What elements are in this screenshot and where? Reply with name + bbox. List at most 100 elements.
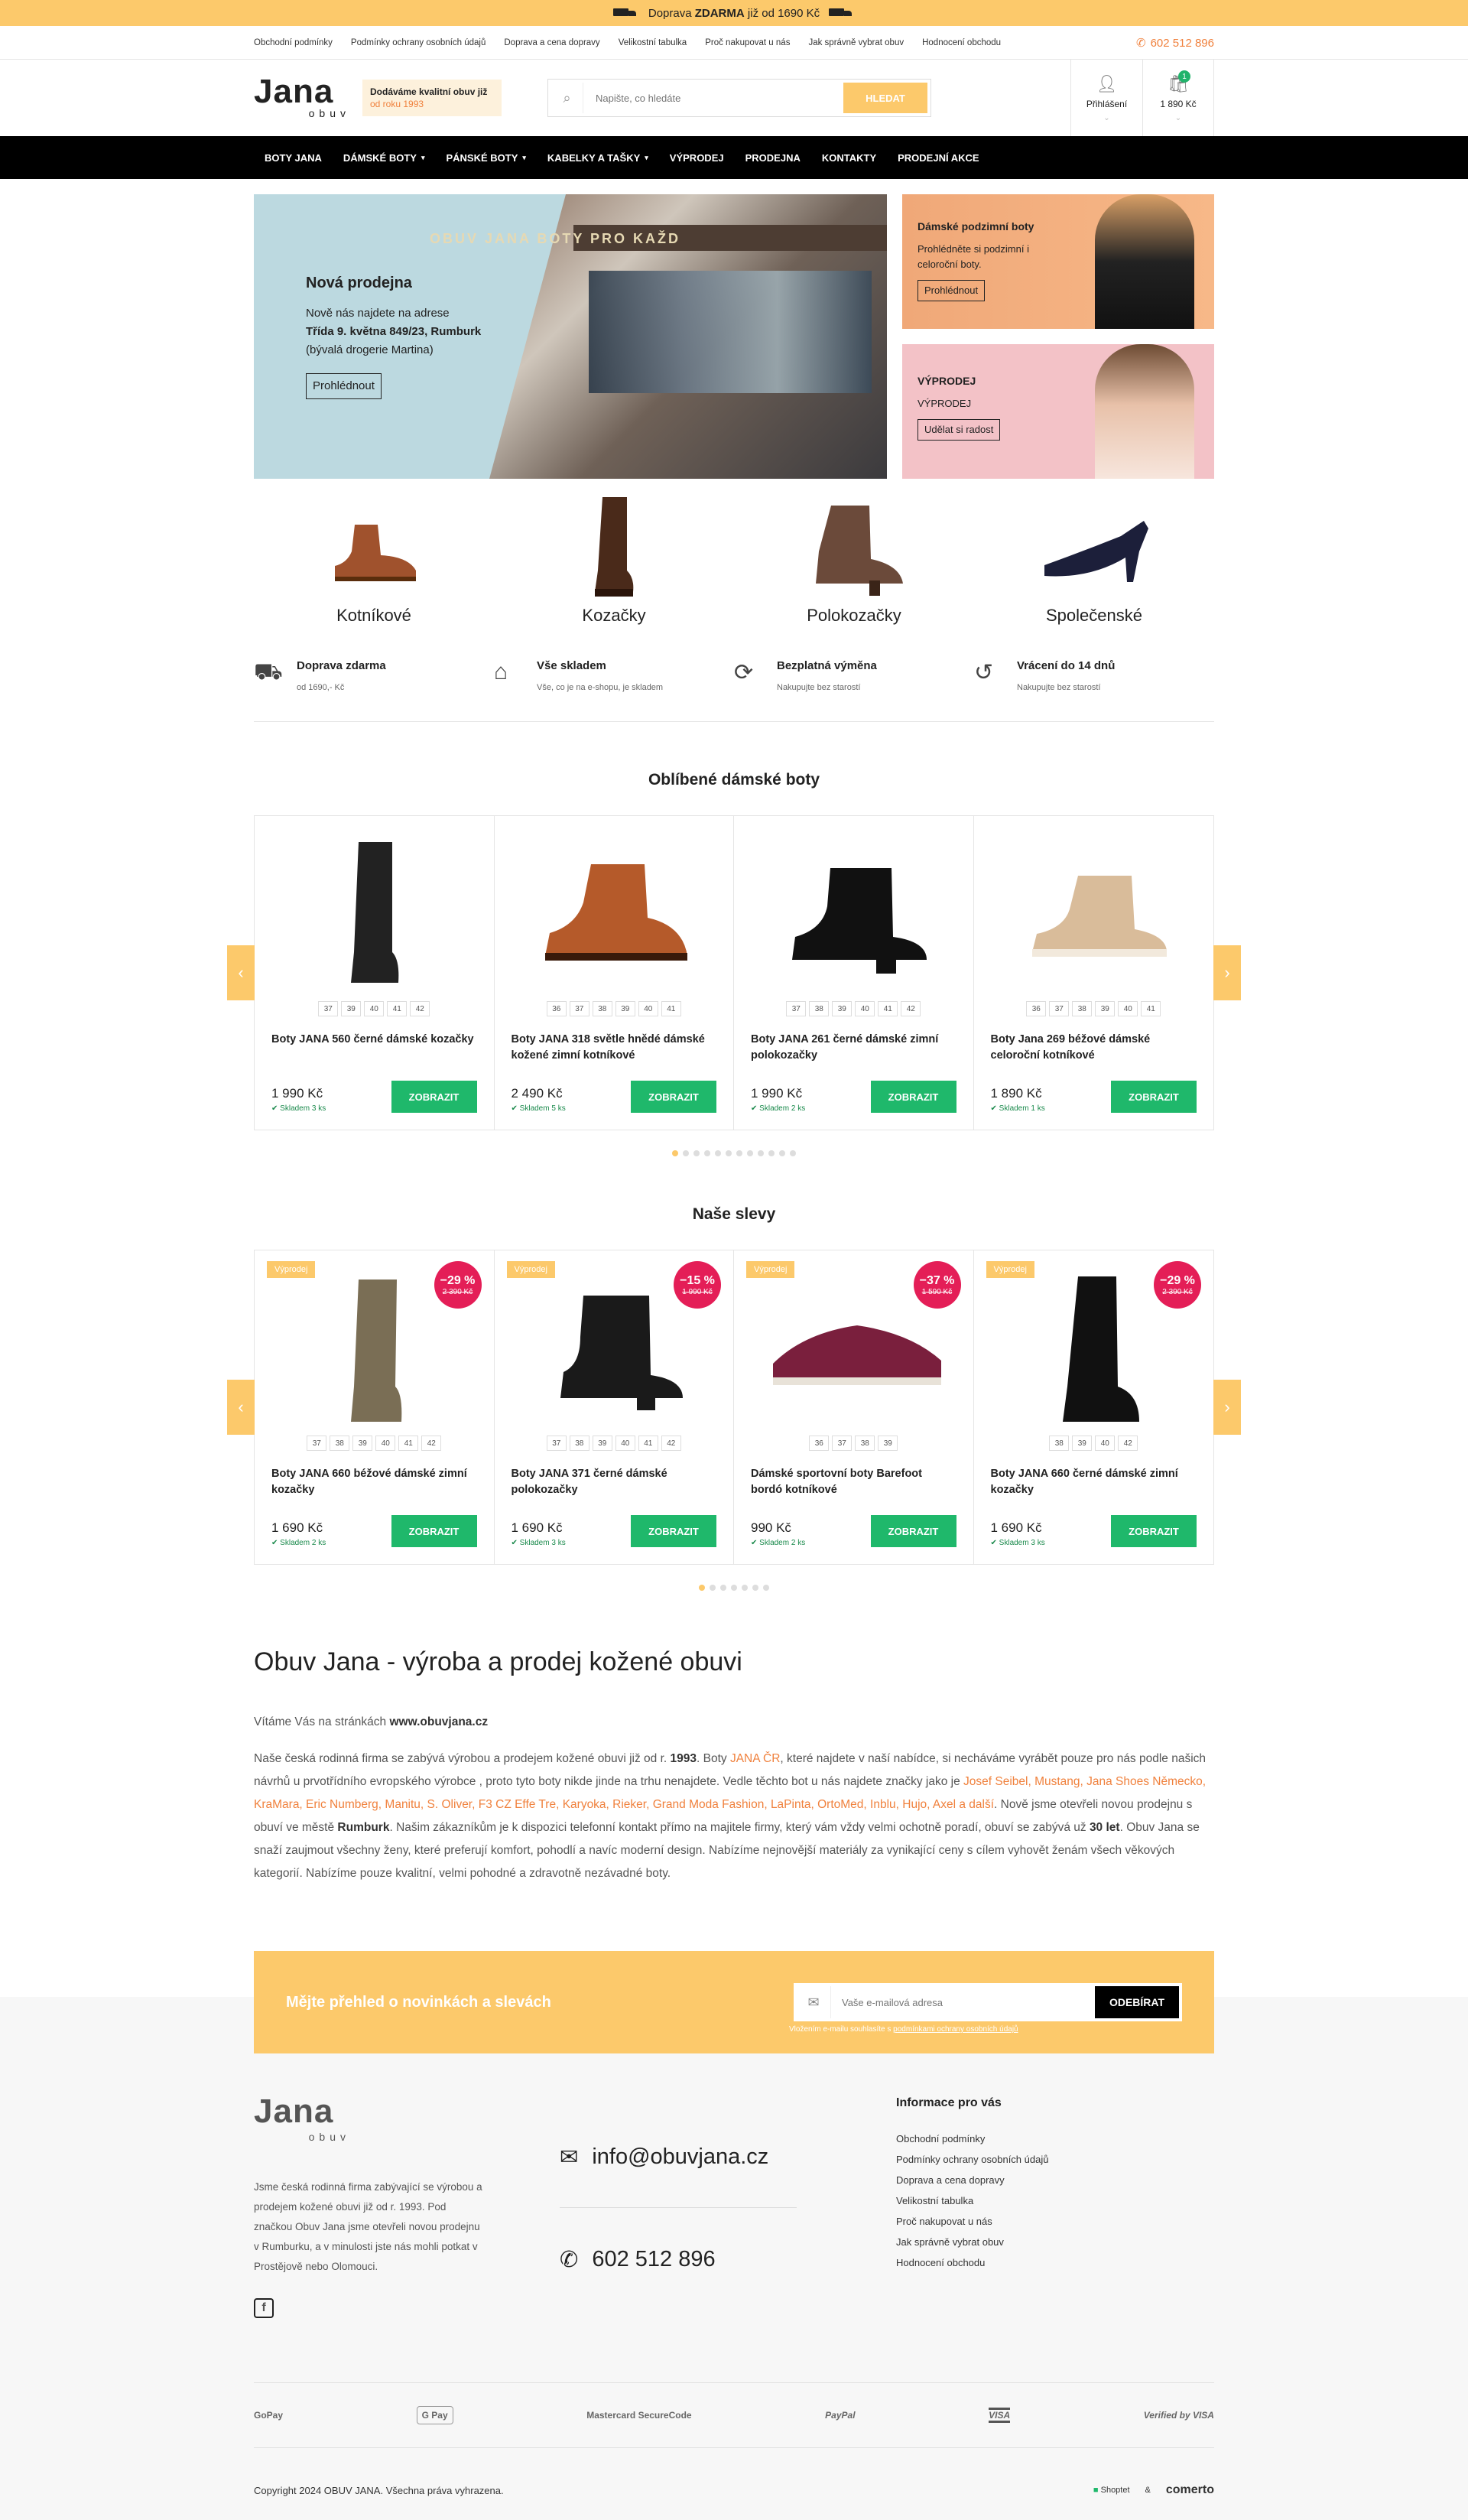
logo[interactable]: Jana obuv [254,73,353,120]
footer-link[interactable]: Jak správně vybrat obuv [896,2236,1048,2248]
toplink-shipping[interactable]: Doprava a cena dopravy [504,38,599,47]
product-name[interactable]: Boty JANA 318 světle hnědé dámské kožené… [512,1032,717,1065]
show-product-button[interactable]: ZOBRAZIT [1111,1515,1197,1547]
search-button[interactable]: HLEDAT [843,83,927,113]
nav-kontakty[interactable]: KONTAKTY [811,152,887,164]
footer-link[interactable]: Obchodní podmínky [896,2133,1048,2144]
stock-status: Skladem 2 ks [271,1539,326,1547]
footer-link[interactable]: Velikostní tabulka [896,2195,1048,2206]
googlepay-logo: G Pay [416,2406,453,2424]
mail-icon: ✉ [560,2145,579,2170]
banner-treat-button[interactable]: Udělat si radost [917,419,1001,441]
chevron-down-icon: ▾ [522,153,526,161]
show-product-button[interactable]: ZOBRAZIT [391,1515,477,1547]
product-card[interactable]: 37 38 39 40 41 42 Boty JANA 261 černé dámské … [734,816,974,1130]
carousel-dots[interactable] [254,1585,1214,1591]
footer-email[interactable]: ✉ info@obuvjana.cz [560,2144,896,2170]
toplink-size-chart[interactable]: Velikostní tabulka [619,38,687,47]
top-links-bar: Obchodní podmínky Podmínky ochrany osobn… [0,26,1468,60]
footer-phone[interactable]: ✆ 602 512 896 [560,2246,896,2273]
privacy-link[interactable]: podmínkami ochrany osobních údajů [893,2025,1018,2034]
toplink-how-to-choose[interactable]: Jak správně vybrat obuv [808,38,904,47]
hero-view-button[interactable]: Prohlédnout [306,373,382,399]
shoptet-logo[interactable]: ■ Shoptet [1093,2486,1130,2495]
discount-badge: −15 % 1 990 Kč [674,1261,721,1309]
product-card[interactable]: 36 37 38 39 40 41 Boty Jana 269 béžové dámské… [974,816,1214,1130]
show-product-button[interactable]: ZOBRAZIT [870,1081,956,1113]
toplink-terms[interactable]: Obchodní podmínky [254,38,333,47]
footer-about: Jsme česká rodinná firma zabývající se v… [254,2181,482,2272]
product-name[interactable]: Boty JANA 660 béžové dámské zimní kozačk… [271,1466,477,1500]
show-product-button[interactable]: ZOBRAZIT [631,1081,716,1113]
category-half-boots[interactable]: Polokozačky [778,494,930,639]
nav-prodejni-akce[interactable]: PRODEJNÍ AKCE [887,152,989,164]
toplink-why-us[interactable]: Proč nakupovat u nás [705,38,790,47]
show-product-button[interactable]: ZOBRAZIT [1111,1081,1197,1113]
category-label: Společenské [1046,606,1142,625]
search-box: ⌕ HLEDAT [547,79,931,117]
newsletter-email-input[interactable] [830,1986,1095,2018]
cart-button[interactable]: 🛍︎ 1 1 890 Kč ⌄ [1142,60,1214,136]
banner-autumn-boots[interactable]: Dámské podzimní boty Prohlédněte si podz… [902,194,1214,329]
banner-sale[interactable]: VÝPRODEJ VÝPRODEJ Udělat si radost [902,344,1214,479]
product-card[interactable]: 37 39 40 41 42 Boty JANA 560 černé dámské ko… [255,816,495,1130]
show-product-button[interactable]: ZOBRAZIT [631,1515,716,1547]
subscribe-button[interactable]: ODEBÍRAT [1095,1986,1179,2018]
carousel-dots[interactable] [254,1150,1214,1156]
product-card[interactable]: 36 37 38 39 40 41 Boty JANA 318 světle hnědé … [495,816,734,1130]
show-product-button[interactable]: ZOBRAZIT [391,1081,477,1113]
benefit-returns: ↺ Vrácení do 14 dnů Nakupujte bez starostí [974,659,1116,692]
sale-tag: Výprodej [267,1261,316,1278]
truck-icon [612,7,639,19]
show-product-button[interactable]: ZOBRAZIT [870,1515,956,1547]
facebook-icon[interactable]: f [254,2298,274,2318]
nav-boty-jana[interactable]: BOTY JANA [254,152,333,164]
mastercard-logo: Mastercard SecureCode [586,2410,692,2421]
product-name[interactable]: Boty JANA 660 černé dámské zimní kozačky [991,1466,1197,1500]
footer-link[interactable]: Proč nakupovat u nás [896,2216,1048,2227]
nav-prodejna[interactable]: PRODEJNA [735,152,811,164]
search-input[interactable] [583,92,843,104]
product-name[interactable]: Boty Jana 269 béžové dámské celoroční ko… [991,1032,1197,1065]
nav-damske-boty[interactable]: DÁMSKÉ BOTY ▾ [333,152,436,164]
footer-link[interactable]: Doprava a cena dopravy [896,2174,1048,2186]
category-ankle-boots[interactable]: Kotníkové [297,494,450,639]
footer-link[interactable]: Hodnocení obchodu [896,2257,1048,2268]
nav-kabelky[interactable]: KABELKY A TAŠKY ▾ [537,152,659,164]
toplink-reviews[interactable]: Hodnocení obchodu [922,38,1001,47]
carousel-next-button[interactable]: › [1213,945,1241,1000]
nav-vyprodej[interactable]: VÝPRODEJ [659,152,735,164]
product-card[interactable]: Výprodej −29 % 2 390 Kč 37 38 39 40 41 42 Boty… [255,1250,495,1564]
formal-shoe-image [1018,494,1171,601]
carousel-prev-button[interactable]: ‹ [227,1380,255,1435]
ankle-boot-image [297,494,450,601]
product-card[interactable]: Výprodej −37 % 1 590 Kč 36 37 38 39 Dámské s… [734,1250,974,1564]
product-name[interactable]: Boty JANA 560 černé dámské kozačky [271,1032,477,1065]
category-high-boots[interactable]: Kozačky [538,494,690,639]
toplink-privacy[interactable]: Podmínky ochrany osobních údajů [351,38,486,47]
hero-address: Třída 9. května 849/23, Rumburk [306,325,482,338]
product-price: 1 890 Kč [990,1086,1042,1101]
login-button[interactable]: 👤︎ Přihlášení ⌄ [1070,60,1142,136]
banner-view-button[interactable]: Prohlédnout [917,280,986,301]
brand-link[interactable]: JANA ČR [730,1752,780,1765]
product-name[interactable]: Boty JANA 261 černé dámské zimní polokoz… [751,1032,956,1065]
header-phone-number: 602 512 896 [1150,36,1214,50]
carousel-next-button[interactable]: › [1213,1380,1241,1435]
hero-banner-new-shop[interactable]: OBUV JANA BOTY PRO KAŽD Nová prodejna No… [254,194,887,479]
product-card[interactable]: Výprodej −29 % 2 390 Kč 38 39 40 42 Boty JAN… [974,1250,1214,1564]
product-name[interactable]: Dámské sportovní boty Barefoot bordó kot… [751,1466,956,1500]
logo-text: Jana [254,73,334,110]
nav-panske-boty[interactable]: PÁNSKÉ BOTY ▾ [435,152,536,164]
product-card[interactable]: Výprodej −15 % 1 990 Kč 37 38 39 40 41 42 Boty… [495,1250,734,1564]
truck-icon [829,7,855,19]
footer-logo[interactable]: Jana obuv [254,2095,353,2147]
comerto-logo[interactable]: comerto [1166,2483,1214,2497]
carousel-prev-button[interactable]: ‹ [227,945,255,1000]
model-photo [1095,344,1194,479]
footer-link[interactable]: Podmínky ochrany osobních údajů [896,2154,1048,2165]
search-icon: ⌕ [551,83,583,113]
category-formal[interactable]: Společenské [1018,494,1171,639]
product-name[interactable]: Boty JANA 371 černé dámské polokozačky [512,1466,717,1500]
header-phone-link[interactable]: ✆ 602 512 896 [1136,36,1214,50]
